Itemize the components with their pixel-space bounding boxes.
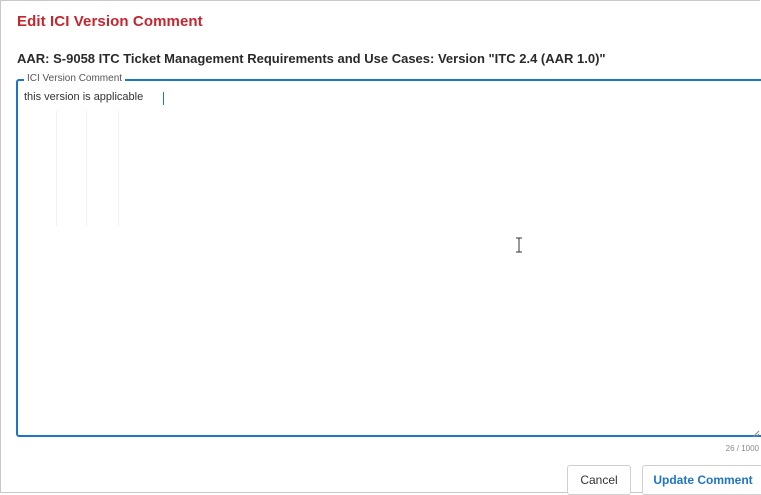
- render-artifact: [56, 111, 57, 226]
- character-counter: 26 / 1000: [725, 444, 759, 453]
- comment-textarea[interactable]: this version is applicable: [24, 91, 756, 429]
- render-artifact: [86, 111, 87, 226]
- dialog-title: Edit ICI Version Comment: [17, 13, 203, 30]
- comment-field-label: ICI Version Comment: [24, 73, 126, 85]
- text-cursor-ibeam-icon: [513, 236, 525, 254]
- document-heading: AAR: S-9058 ITC Ticket Management Requir…: [17, 51, 606, 66]
- cancel-button[interactable]: Cancel: [567, 465, 631, 495]
- ici-version-comment-field[interactable]: ICI Version Comment this version is appl…: [16, 73, 761, 438]
- resize-grip-icon[interactable]: [752, 425, 760, 438]
- update-comment-button[interactable]: Update Comment: [642, 465, 761, 495]
- text-caret: [163, 92, 164, 105]
- render-artifact: [118, 111, 119, 226]
- edit-comment-dialog: Edit ICI Version Comment AAR: S-9058 ITC…: [0, 0, 761, 495]
